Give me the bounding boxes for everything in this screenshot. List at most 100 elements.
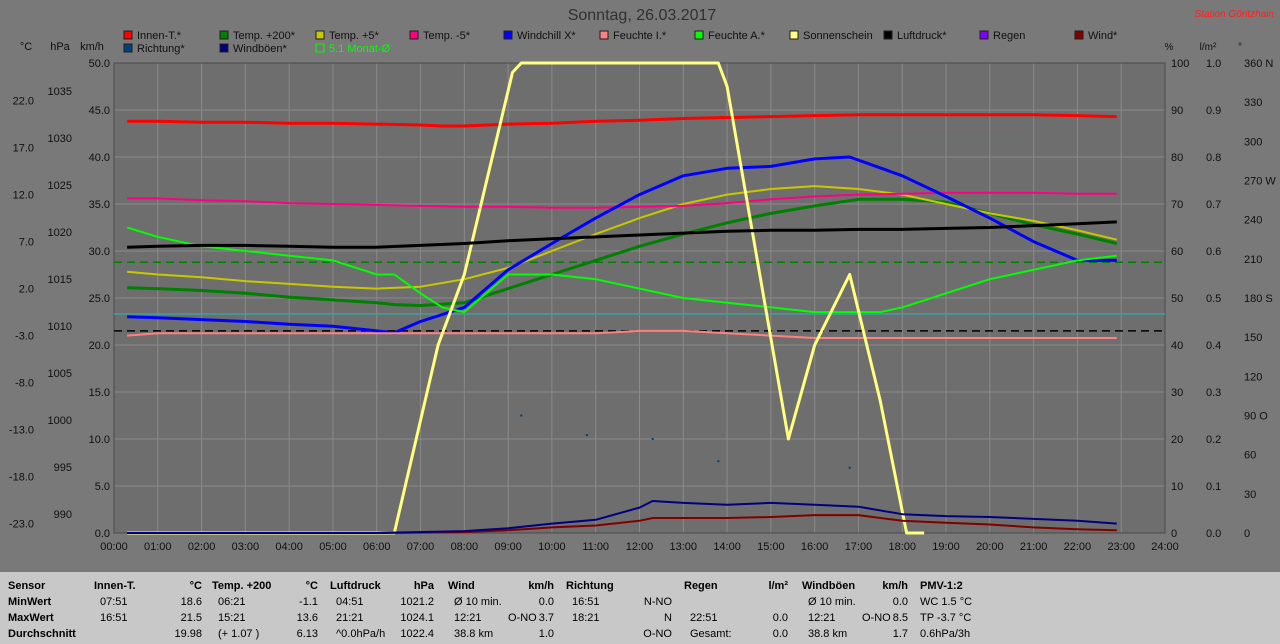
direction-point [651,438,654,440]
legend-label: Windböen* [233,43,288,55]
pct-tick: 50 [1171,293,1183,305]
summary-column-2: Temp. +200 °C 06:21 -1.1 15:21 13.6 (+ 1.07 ) 6… [212,578,320,644]
summary-header-label: Innen-T. [94,580,136,592]
summary-row: 15:21 13.6 [212,610,320,626]
summary-cell-value: 0.0 [538,596,554,608]
x-tick: 14:00 [713,541,741,553]
summary-column-0: Sensor MinWert MaxWert Durchschnitt [8,578,88,644]
summary-column-1: Innen-T. °C 07:51 18.6 16:51 21.5 19.98 [94,578,204,644]
legend-label: Wind* [1088,30,1118,42]
pct-tick: 40 [1171,340,1183,352]
summary-cell-left: 22:51 [690,612,718,624]
summary-cell-left: 04:51 [336,596,364,608]
x-tick: 13:00 [670,541,698,553]
summary-header: Regen l/m² [684,578,790,594]
legend-label: 5.1 Monat-Ø [329,43,391,55]
summary-row: MaxWert [8,610,88,626]
summary-cell-left: 12:21 [808,612,836,624]
summary-cell-left: 15:21 [218,612,246,624]
kmh-tick: 40.0 [89,152,110,164]
hpa-tick: 1000 [48,415,72,427]
summary-cell-value: 1024.1 [400,612,434,624]
summary-cell-left: Gesamt: [690,628,732,640]
summary-cell-value: 18.6 [180,596,202,608]
summary-column-4: Wind km/h Ø 10 min. 0.0 12:21 O-NO 3.7 38.8 km 1… [448,578,556,644]
weather-chart: 22.0 17.0 12.0 7.0 2.0 -3.0 -8.0 -13.0 -18.0 -23.… [9,7,1276,553]
summary-row: 19.98 [94,626,204,642]
summary-cell: Durchschnitt [8,628,76,640]
hpa-tick: 1020 [48,227,72,239]
pct-tick: 90 [1171,105,1183,117]
summary-cell-value: -1.1 [299,596,318,608]
summary-cell-value: 13.6 [296,612,318,624]
celsius-tick: 17.0 [13,143,34,155]
summary-row: (+ 1.07 ) 6.13 [212,626,320,642]
legend-label: Richtung* [137,43,185,55]
summary-header: Luftdruck hPa [330,578,436,594]
rain-tick: 0.3 [1206,387,1221,399]
pct-tick: 0 [1171,528,1177,540]
summary-header-unit: km/h [528,580,554,592]
summary-cell-value: 0.0 [892,596,908,608]
rain-tick: 0.4 [1206,340,1221,352]
deg-tick: 300 [1244,136,1262,148]
x-tick: 21:00 [1020,541,1048,553]
summary-cell: 0.6hPa/3h [920,628,971,640]
legend-label: Regen [993,30,1025,42]
kmh-tick: 5.0 [95,481,110,493]
rain-tick: 0.5 [1206,293,1221,305]
summary-header-label: Windböen [802,580,856,592]
summary-cell-mid: O-NO [508,612,537,624]
summary-cell-left: 38.8 km [808,628,848,640]
summary-row: O-NO [566,626,674,642]
deg-tick: 360 N [1244,58,1273,70]
x-tick: 18:00 [888,541,916,553]
deg-tick: 330 [1244,97,1262,109]
x-tick: 20:00 [976,541,1004,553]
summary-cell-mid: O-NO [862,612,891,624]
axis-units: °C hPa km/h% l/m² ° [20,41,1242,53]
summary-cell-left: 12:21 [454,612,482,624]
summary-header-unit: km/h [882,580,908,592]
legend-label: Feuchte A.* [708,30,766,42]
summary-cell-left: 07:51 [100,596,128,608]
kmh-tick: 30.0 [89,246,110,258]
direction-point [585,434,588,437]
summary-header: Richtung [566,578,674,594]
summary-row: 07:51 18.6 [94,594,204,610]
summary-cell-value: 8.5 [892,612,908,624]
legend-swatch [599,30,609,40]
summary-cell-value: N [664,612,672,624]
hpa-tick: 1035 [48,86,72,98]
legend-swatch [694,30,704,40]
summary-cell-value: 21.5 [180,612,202,624]
pct-tick: 30 [1171,387,1183,399]
rain-tick: 0.9 [1206,105,1221,117]
summary-header-unit: °C [189,580,202,592]
summary-header: Temp. +200 °C [212,578,320,594]
summary-row: 22:51 0.0 [684,610,790,626]
summary-header-unit: l/m² [768,580,788,592]
summary-row: 21:21 1024.1 [330,610,436,626]
summary-header-unit: hPa [413,580,434,592]
summary-cell-value: O-NO [643,628,672,640]
summary-header-label: Temp. +200 [212,580,272,592]
summary-cell-left: 18:21 [572,612,600,624]
legend-label: Temp. -5* [423,30,471,42]
legend-label: Temp. +200* [233,30,296,42]
summary-row: 16:51 21.5 [94,610,204,626]
kmh-tick: 50.0 [89,58,110,70]
summary-row: 12:21 O-NO 8.5 [802,610,910,626]
x-tick: 11:00 [582,541,609,553]
summary-cell-value: 1.0 [538,628,554,640]
summary-row: Gesamt: 0.0 [684,626,790,642]
summary-cell-value: 0.0 [772,612,788,624]
summary-row: 04:51 1021.2 [330,594,436,610]
summary-row: WC 1.5 °C [920,594,980,610]
deg-tick: 240 [1244,215,1262,227]
x-tick: 19:00 [932,541,960,553]
summary-row [684,594,790,610]
legend-label: Luftdruck* [897,30,947,42]
hpa-tick: 1010 [48,321,72,333]
summary-column-8: PMV-1:2 WC 1.5 °C TP -3.7 °C 0.6hPa/3h [920,578,980,644]
